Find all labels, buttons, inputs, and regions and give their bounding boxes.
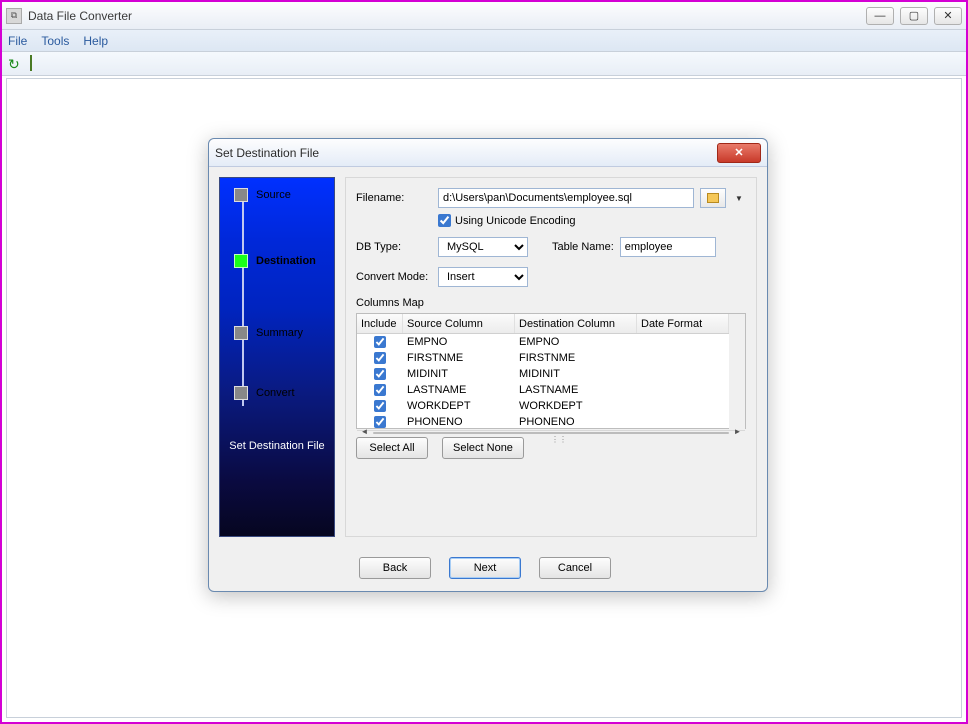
app-title: Data File Converter <box>28 9 132 23</box>
grid-body[interactable]: EMPNOEMPNOFIRSTNMEFIRSTNMEMIDINITMIDINIT… <box>357 334 729 430</box>
convertmode-select[interactable]: Insert <box>438 267 528 287</box>
back-button[interactable]: Back <box>359 557 431 579</box>
dest-column-cell: LASTNAME <box>515 384 637 396</box>
filename-dropdown-icon[interactable]: ▼ <box>732 188 746 208</box>
toolbar: ↻ <box>2 52 966 76</box>
include-checkbox[interactable] <box>374 368 386 380</box>
columnsmap-label: Columns Map <box>356 297 746 309</box>
grid-icon[interactable] <box>52 56 68 72</box>
cancel-button[interactable]: Cancel <box>539 557 611 579</box>
include-checkbox[interactable] <box>374 352 386 364</box>
include-checkbox[interactable] <box>374 336 386 348</box>
step-source[interactable]: Source <box>234 188 332 202</box>
table-row[interactable]: EMPNOEMPNO <box>357 334 729 350</box>
grid-header: Include Source Column Destination Column… <box>357 314 729 334</box>
table-row[interactable]: LASTNAMELASTNAME <box>357 382 729 398</box>
step-connector-line <box>242 192 244 406</box>
dialog-titlebar[interactable]: Set Destination File ✕ <box>209 139 767 167</box>
source-column-cell: MIDINIT <box>403 368 515 380</box>
menu-help[interactable]: Help <box>83 34 108 48</box>
source-column-cell: PHONENO <box>403 416 515 428</box>
dialog-title: Set Destination File <box>215 146 319 160</box>
dialog-set-destination: Set Destination File ✕ Source Destinatio… <box>208 138 768 592</box>
columns-grid: Include Source Column Destination Column… <box>356 313 746 429</box>
dialog-close-button[interactable]: ✕ <box>717 143 761 163</box>
filename-label: Filename: <box>356 192 432 204</box>
source-column-cell: EMPNO <box>403 336 515 348</box>
step-convert[interactable]: Convert <box>234 386 332 400</box>
main-titlebar: ⧉ Data File Converter — ▢ ✕ <box>2 2 966 30</box>
refresh-icon[interactable]: ↻ <box>8 56 24 72</box>
unicode-label: Using Unicode Encoding <box>455 215 575 227</box>
menubar: File Tools Help <box>2 30 966 52</box>
dbtype-select[interactable]: MySQL <box>438 237 528 257</box>
col-header-datefmt[interactable]: Date Format <box>637 314 729 333</box>
tablename-input[interactable] <box>620 237 716 257</box>
grid-vertical-scrollbar[interactable] <box>729 314 745 430</box>
step-summary[interactable]: Summary <box>234 326 332 340</box>
maximize-button[interactable]: ▢ <box>900 7 928 25</box>
select-all-button[interactable]: Select All <box>356 437 428 459</box>
steps-caption: Set Destination File <box>220 440 334 452</box>
col-header-source[interactable]: Source Column <box>403 314 515 333</box>
menu-file[interactable]: File <box>8 34 27 48</box>
col-header-dest[interactable]: Destination Column <box>515 314 637 333</box>
browse-button[interactable] <box>700 188 726 208</box>
table-row[interactable]: WORKDEPTWORKDEPT <box>357 398 729 414</box>
filename-input[interactable] <box>438 188 694 208</box>
step-destination[interactable]: Destination <box>234 254 332 268</box>
col-header-include[interactable]: Include <box>357 314 403 333</box>
dest-column-cell: PHONENO <box>515 416 637 428</box>
include-checkbox[interactable] <box>374 384 386 396</box>
convertmode-label: Convert Mode: <box>356 271 432 283</box>
app-icon: ⧉ <box>6 8 22 24</box>
tablename-label: Table Name: <box>552 241 614 253</box>
dest-column-cell: WORKDEPT <box>515 400 637 412</box>
folder-icon <box>707 193 719 203</box>
scroll-thumb[interactable] <box>373 432 729 434</box>
dest-column-cell: FIRSTNME <box>515 352 637 364</box>
dest-column-cell: EMPNO <box>515 336 637 348</box>
table-row[interactable]: PHONENOPHONENO <box>357 414 729 430</box>
close-button[interactable]: ✕ <box>934 7 962 25</box>
next-button[interactable]: Next <box>449 557 521 579</box>
table-row[interactable]: FIRSTNMEFIRSTNME <box>357 350 729 366</box>
include-checkbox[interactable] <box>374 400 386 412</box>
unicode-checkbox[interactable] <box>438 214 451 227</box>
table-row[interactable]: MIDINITMIDINIT <box>357 366 729 382</box>
scroll-tick-icon: ⋮⋮ <box>551 435 567 444</box>
form-panel: Filename: ▼ Using Unicode Encoding DB Ty… <box>345 177 757 537</box>
grid-horizontal-scrollbar[interactable]: ◄ ⋮⋮ ► <box>357 430 745 431</box>
menu-tools[interactable]: Tools <box>41 34 69 48</box>
minimize-button[interactable]: — <box>866 7 894 25</box>
source-column-cell: FIRSTNME <box>403 352 515 364</box>
dbtype-label: DB Type: <box>356 241 432 253</box>
open-icon[interactable] <box>30 56 46 72</box>
include-checkbox[interactable] <box>374 416 386 428</box>
dest-column-cell: MIDINIT <box>515 368 637 380</box>
wizard-steps-panel: Source Destination Summary Convert Set D… <box>219 177 335 537</box>
select-none-button[interactable]: Select None <box>442 437 524 459</box>
source-column-cell: LASTNAME <box>403 384 515 396</box>
source-column-cell: WORKDEPT <box>403 400 515 412</box>
